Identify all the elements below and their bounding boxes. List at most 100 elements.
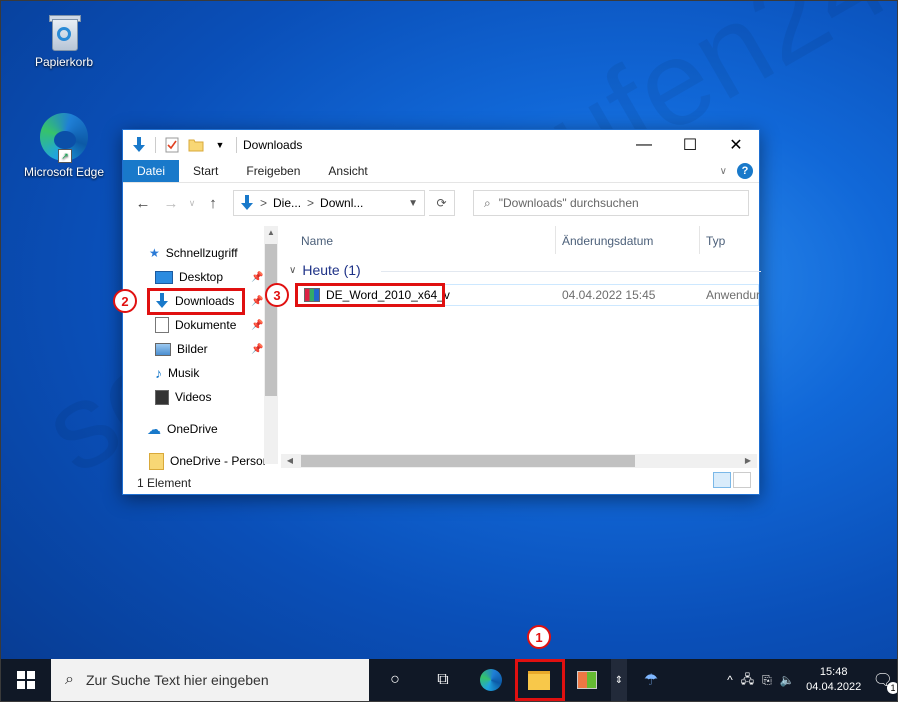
desktop-icon-recycle-bin[interactable]: Papierkorb (21, 13, 107, 69)
start-button[interactable] (1, 659, 51, 701)
horizontal-scrollbar[interactable]: ◀ ▶ (281, 454, 757, 468)
nav-item-label: Videos (175, 390, 212, 404)
nav-item-desktop[interactable]: Desktop 📌 (155, 266, 263, 288)
nav-item-label: Desktop (179, 270, 224, 284)
column-header-name[interactable]: Name (301, 234, 333, 248)
pin-icon: 📌 (251, 319, 264, 331)
recycle-bin-icon (49, 13, 81, 51)
window-title: Downloads (243, 138, 303, 152)
scrollbar-thumb[interactable] (301, 455, 635, 467)
tab-start[interactable]: Start (179, 160, 232, 182)
properties-icon[interactable] (164, 137, 180, 153)
nav-item-onedrive[interactable]: ☁ OneDrive (147, 418, 218, 440)
address-segment[interactable]: Downl... (320, 196, 363, 210)
nav-scrollbar[interactable]: ▲ (264, 226, 278, 464)
address-field[interactable]: > Die... > Downl... ▼ (233, 190, 425, 216)
nav-item-musik[interactable]: ♪ Musik (155, 362, 199, 384)
new-folder-icon[interactable] (188, 137, 204, 153)
address-separator: > (260, 196, 268, 210)
status-bar-count: 1 Element (137, 476, 192, 490)
minimize-button[interactable]: — (621, 130, 667, 160)
expand-ribbon-icon[interactable]: ∨ (720, 166, 727, 177)
column-header-date[interactable]: Änderungsdatum (562, 234, 653, 248)
task-view-icon: ⧉ (437, 671, 449, 688)
taskbar-search-input[interactable]: ⌕ Zur Suche Text hier eingeben (51, 659, 369, 701)
chevron-up-icon[interactable]: ^ (727, 673, 733, 687)
tab-datei[interactable]: Datei (123, 160, 180, 182)
clock-date: 04.04.2022 (806, 681, 862, 693)
file-list: Name Änderungsdatum Typ ∨ Heute (1) DE_W… (281, 222, 761, 468)
cloud-icon: ☁ (147, 420, 161, 437)
taskbar-explorer-button[interactable] (515, 659, 565, 701)
group-header[interactable]: ∨ Heute (1) (289, 262, 761, 278)
up-button[interactable]: ↑ (201, 195, 225, 212)
refresh-button[interactable]: ⟳ (429, 190, 455, 216)
address-separator: > (307, 196, 315, 210)
quick-access-toolbar: ▼ (123, 137, 237, 153)
scroll-right-icon[interactable]: ▶ (741, 454, 755, 468)
taskbar-scroll-button[interactable]: ⇕ (611, 659, 627, 701)
forward-button[interactable]: → (159, 195, 183, 212)
desktop: softwarekaufen24.de Papierkorb ↗ Microso… (0, 0, 898, 702)
step-badge-3: 3 (265, 283, 289, 307)
star-icon: ★ (149, 246, 160, 260)
taskbar-edge-button[interactable] (467, 659, 515, 701)
desktop-icon-edge[interactable]: ↗ Microsoft Edge (21, 113, 107, 179)
weather-button[interactable]: ☂ (627, 659, 675, 701)
nav-item-label: Schnellzugriff (165, 246, 238, 260)
taskbar-search-placeholder: Zur Suche Text hier eingeben (85, 672, 269, 688)
circle-icon: ○ (390, 671, 400, 688)
recent-locations-icon[interactable]: ∨ (187, 198, 197, 209)
pictures-icon (155, 342, 171, 356)
maximize-button[interactable]: ☐ (667, 130, 713, 160)
clock[interactable]: 15:48 04.04.2022 (803, 665, 865, 695)
notification-icon[interactable]: 🗨 1 (873, 670, 897, 694)
chevron-down-icon[interactable]: ▼ (212, 137, 228, 153)
scroll-left-icon[interactable]: ◀ (283, 454, 297, 468)
address-segment[interactable]: Die... (273, 196, 301, 210)
nav-item-label: Dokumente (175, 318, 237, 332)
column-header-type[interactable]: Typ (706, 234, 725, 248)
large-icons-view-button[interactable] (733, 472, 751, 488)
back-button[interactable]: ← (131, 195, 155, 212)
nav-item-onedrive-personal[interactable]: OneDrive - Persor (149, 450, 267, 472)
close-button[interactable]: ✕ (713, 130, 759, 160)
camera-icon[interactable]: ⎘ (762, 673, 772, 688)
nav-item-schnellzugriff[interactable]: ★ Schnellzugriff (149, 242, 238, 264)
search-icon: ⌕ (484, 195, 491, 210)
download-arrow-icon (241, 195, 253, 210)
system-tray: ^ 🖧 ⎘ 🔈 15:48 04.04.2022 🗨 1 (727, 665, 897, 695)
details-view-button[interactable] (713, 472, 731, 488)
nav-item-bilder[interactable]: Bilder 📌 (155, 338, 263, 360)
taskbar: ⌕ Zur Suche Text hier eingeben ○ ⧉ ⇕ ☂ ^… (1, 659, 897, 701)
cortana-button[interactable]: ○ (371, 659, 419, 701)
tab-ansicht[interactable]: Ansicht (314, 160, 381, 182)
scroll-up-icon[interactable]: ▲ (264, 228, 278, 237)
network-icon[interactable]: 🖧 (741, 670, 754, 691)
file-type: Anwendur (706, 288, 761, 302)
search-input[interactable]: ⌕ "Downloads" durchsuchen (473, 190, 749, 216)
help-icon[interactable]: ? (737, 163, 753, 179)
nav-item-dokumente[interactable]: Dokumente 📌 (155, 314, 263, 336)
store-icon (577, 671, 597, 689)
scrollbar-thumb[interactable] (265, 244, 277, 396)
nav-item-videos[interactable]: Videos (155, 386, 211, 408)
windows-icon (17, 671, 35, 689)
navigation-pane: ★ Schnellzugriff Desktop 📌 Downloads 📌 D… (123, 222, 281, 470)
volume-icon[interactable]: 🔈 (780, 673, 795, 687)
taskbar-store-button[interactable] (563, 659, 611, 701)
highlight-explorer (515, 659, 565, 701)
edge-icon: ↗ (40, 113, 88, 163)
tab-freigeben[interactable]: Freigeben (232, 160, 314, 182)
chevron-down-icon[interactable]: ▼ (408, 198, 418, 209)
search-icon: ⌕ (65, 671, 74, 688)
task-view-button[interactable]: ⧉ (419, 659, 467, 701)
folder-icon (149, 452, 164, 470)
desktop-icon-label: Papierkorb (34, 55, 94, 69)
umbrella-icon: ☂ (643, 672, 659, 689)
view-buttons (713, 472, 751, 488)
search-placeholder: "Downloads" durchsuchen (498, 196, 639, 210)
desktop-icon-label: Microsoft Edge (23, 165, 105, 179)
step-badge-1: 1 (527, 625, 551, 649)
videos-icon (155, 389, 169, 405)
